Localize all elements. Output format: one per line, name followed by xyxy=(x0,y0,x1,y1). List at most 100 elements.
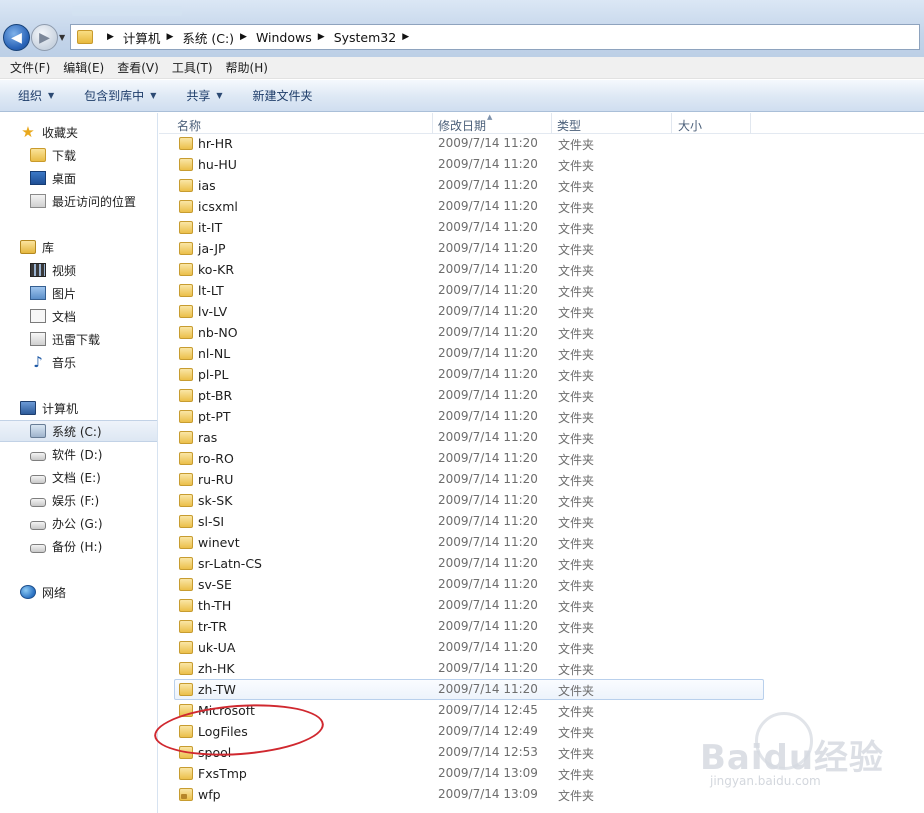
file-type: 文件夹 xyxy=(558,390,595,404)
file-row[interactable]: pt-BR 2009/7/14 11:20 文件夹 xyxy=(159,385,924,406)
file-row[interactable]: winevt 2009/7/14 11:20 文件夹 xyxy=(159,532,924,553)
file-type: 文件夹 xyxy=(558,642,595,656)
file-row[interactable]: sv-SE 2009/7/14 11:20 文件夹 xyxy=(159,574,924,595)
file-row[interactable]: ru-RU 2009/7/14 11:20 文件夹 xyxy=(159,469,924,490)
breadcrumb-system32[interactable]: System32 xyxy=(334,30,397,45)
breadcrumb-computer[interactable]: 计算机 xyxy=(123,28,161,47)
file-row[interactable]: pt-PT 2009/7/14 11:20 文件夹 xyxy=(159,406,924,427)
folder-icon xyxy=(179,767,193,780)
folder-icon xyxy=(179,305,193,318)
file-row[interactable]: uk-UA 2009/7/14 11:20 文件夹 xyxy=(159,637,924,658)
column-divider[interactable] xyxy=(750,113,751,134)
file-name: LogFiles xyxy=(198,724,248,739)
nav-item-recent-places[interactable]: 最近访问的位置 xyxy=(0,190,157,212)
file-row[interactable]: ko-KR 2009/7/14 11:20 文件夹 xyxy=(159,259,924,280)
back-button[interactable]: ◀ xyxy=(3,24,30,51)
folder-icon xyxy=(179,179,193,192)
file-row[interactable]: nb-NO 2009/7/14 11:20 文件夹 xyxy=(159,322,924,343)
nav-drive-c[interactable]: 系统 (C:) xyxy=(0,420,157,442)
forward-button[interactable]: ▶ xyxy=(31,24,58,51)
nav-drive-e[interactable]: 文档 (E:) xyxy=(0,466,157,488)
menu-tools[interactable]: 工具(T) xyxy=(172,59,213,76)
nav-item-downloads[interactable]: 下载 xyxy=(0,144,157,166)
nav-item-videos[interactable]: 视频 xyxy=(0,259,157,281)
file-row[interactable]: sr-Latn-CS 2009/7/14 11:20 文件夹 xyxy=(159,553,924,574)
chevron-right-icon[interactable]: ▶ xyxy=(240,32,247,42)
column-header-name[interactable]: 名称 xyxy=(177,117,201,134)
chevron-right-icon[interactable]: ▶ xyxy=(166,32,173,42)
file-type: 文件夹 xyxy=(558,768,595,782)
nav-item-thunder-downloads[interactable]: 迅雷下载 xyxy=(0,328,157,350)
file-row[interactable]: th-TH 2009/7/14 11:20 文件夹 xyxy=(159,595,924,616)
file-row[interactable]: it-IT 2009/7/14 11:20 文件夹 xyxy=(159,217,924,238)
nav-network[interactable]: 网络 xyxy=(0,581,157,603)
file-type: 文件夹 xyxy=(558,726,595,740)
file-modified-date: 2009/7/14 11:20 xyxy=(438,388,538,402)
menu-edit[interactable]: 编辑(E) xyxy=(63,59,104,76)
file-row[interactable]: pl-PL 2009/7/14 11:20 文件夹 xyxy=(159,364,924,385)
file-modified-date: 2009/7/14 11:20 xyxy=(438,325,538,339)
file-modified-date: 2009/7/14 11:20 xyxy=(438,283,538,297)
music-note-icon: ♪ xyxy=(33,353,43,371)
file-row[interactable]: sk-SK 2009/7/14 11:20 文件夹 xyxy=(159,490,924,511)
file-row[interactable]: ja-JP 2009/7/14 11:20 文件夹 xyxy=(159,238,924,259)
file-row[interactable]: Microsoft 2009/7/14 12:45 文件夹 xyxy=(159,700,924,721)
file-row[interactable]: ras 2009/7/14 11:20 文件夹 xyxy=(159,427,924,448)
file-row[interactable]: nl-NL 2009/7/14 11:20 文件夹 xyxy=(159,343,924,364)
file-row[interactable]: lv-LV 2009/7/14 11:20 文件夹 xyxy=(159,301,924,322)
chevron-right-icon[interactable]: ▶ xyxy=(107,32,114,42)
file-row[interactable]: zh-TW 2009/7/14 11:20 文件夹 xyxy=(174,679,764,700)
nav-drive-d[interactable]: 软件 (D:) xyxy=(0,443,157,465)
breadcrumb-windows[interactable]: Windows xyxy=(256,30,312,45)
file-row[interactable]: icsxml 2009/7/14 11:20 文件夹 xyxy=(159,196,924,217)
file-row[interactable]: spool 2009/7/14 12:53 文件夹 xyxy=(159,742,924,763)
file-name: winevt xyxy=(198,535,240,550)
nav-item-documents[interactable]: 文档 xyxy=(0,305,157,327)
nav-item-desktop[interactable]: 桌面 xyxy=(0,167,157,189)
hard-drive-icon xyxy=(30,543,46,553)
nav-drive-h[interactable]: 备份 (H:) xyxy=(0,535,157,557)
address-bar[interactable]: ▶ 计算机 ▶ 系统 (C:) ▶ Windows ▶ System32 ▶ xyxy=(70,24,920,50)
chevron-right-icon[interactable]: ▶ xyxy=(318,32,325,42)
file-row[interactable]: LogFiles 2009/7/14 12:49 文件夹 xyxy=(159,721,924,742)
column-header-size[interactable]: 大小 xyxy=(678,117,702,134)
nav-libraries[interactable]: 库 xyxy=(0,236,157,258)
column-divider[interactable] xyxy=(551,113,552,134)
file-row[interactable]: tr-TR 2009/7/14 11:20 文件夹 xyxy=(159,616,924,637)
nav-favorites[interactable]: ★ 收藏夹 xyxy=(0,121,157,143)
share-button[interactable]: 共享 ▼ xyxy=(186,87,222,104)
include-in-library-button[interactable]: 包含到库中 ▼ xyxy=(84,87,156,104)
file-row[interactable]: ro-RO 2009/7/14 11:20 文件夹 xyxy=(159,448,924,469)
nav-drive-f[interactable]: 娱乐 (F:) xyxy=(0,489,157,511)
organize-label: 组织 xyxy=(18,89,43,103)
file-type: 文件夹 xyxy=(558,222,595,236)
file-row[interactable]: wfp 2009/7/14 13:09 文件夹 xyxy=(159,784,924,805)
menu-help[interactable]: 帮助(H) xyxy=(226,59,268,76)
file-row[interactable]: zh-HK 2009/7/14 11:20 文件夹 xyxy=(159,658,924,679)
file-type: 文件夹 xyxy=(558,789,595,803)
column-header-type[interactable]: 类型 xyxy=(557,117,581,134)
file-row[interactable]: FxsTmp 2009/7/14 13:09 文件夹 xyxy=(159,763,924,784)
nav-item-label: 视频 xyxy=(52,263,77,278)
menu-view[interactable]: 查看(V) xyxy=(117,59,159,76)
breadcrumb-system-c[interactable]: 系统 (C:) xyxy=(182,28,234,47)
column-divider[interactable] xyxy=(432,113,433,134)
file-row[interactable]: sl-SI 2009/7/14 11:20 文件夹 xyxy=(159,511,924,532)
column-divider[interactable] xyxy=(671,113,672,134)
nav-item-pictures[interactable]: 图片 xyxy=(0,282,157,304)
new-folder-button[interactable]: 新建文件夹 xyxy=(253,87,313,104)
file-row[interactable]: hr-HR 2009/7/14 11:20 文件夹 xyxy=(159,133,924,154)
recent-pages-dropdown[interactable]: ▼ xyxy=(59,33,65,42)
menu-file[interactable]: 文件(F) xyxy=(10,59,50,76)
recent-places-icon xyxy=(30,194,46,208)
chevron-right-icon[interactable]: ▶ xyxy=(402,32,409,42)
organize-button[interactable]: 组织 ▼ xyxy=(18,87,54,104)
nav-item-music[interactable]: ♪ 音乐 xyxy=(0,351,157,373)
file-type: 文件夹 xyxy=(558,621,595,635)
file-row[interactable]: ias 2009/7/14 11:20 文件夹 xyxy=(159,175,924,196)
nav-drive-g[interactable]: 办公 (G:) xyxy=(0,512,157,534)
nav-computer[interactable]: 计算机 xyxy=(0,397,157,419)
file-row[interactable]: lt-LT 2009/7/14 11:20 文件夹 xyxy=(159,280,924,301)
column-header-date[interactable]: 修改日期 xyxy=(438,117,486,134)
file-row[interactable]: hu-HU 2009/7/14 11:20 文件夹 xyxy=(159,154,924,175)
